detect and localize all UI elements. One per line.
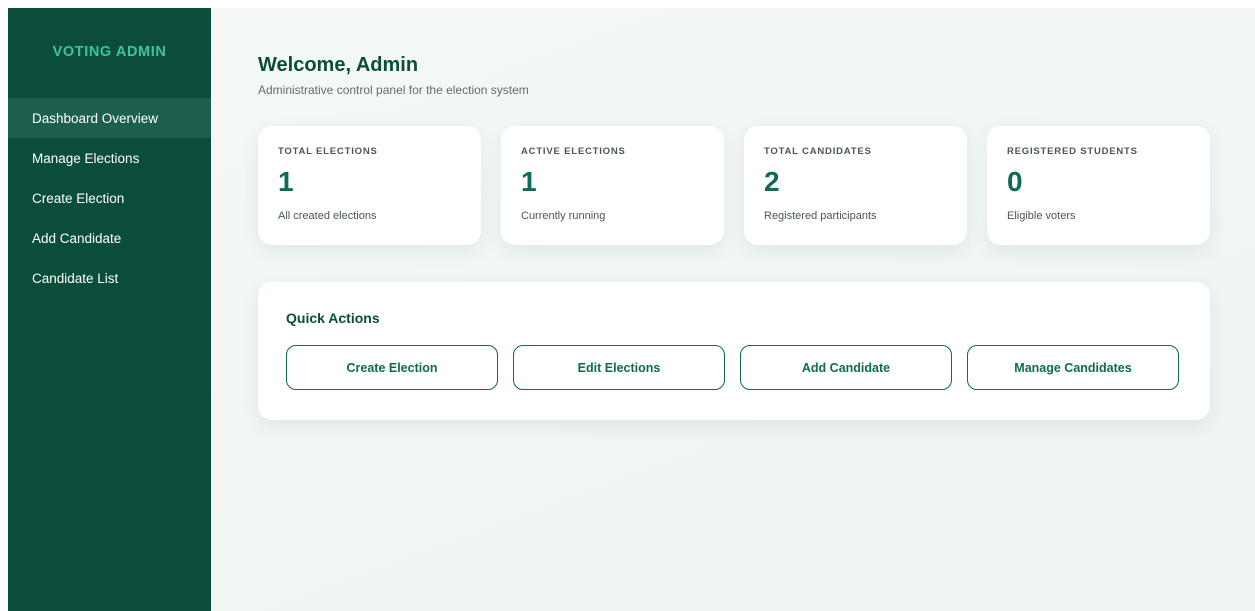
stat-value: 1 xyxy=(521,166,537,197)
sidebar-item-manage-elections[interactable]: Manage Elections xyxy=(8,138,211,178)
quick-actions-title: Quick Actions xyxy=(286,310,380,326)
stat-card-total-candidates: TOTAL CANDIDATES 2 Registered participan… xyxy=(744,126,967,245)
edit-elections-button[interactable]: Edit Elections xyxy=(513,345,725,390)
main-content: Welcome, Admin Administrative control pa… xyxy=(211,8,1255,611)
app-frame: VOTING ADMIN Dashboard Overview Manage E… xyxy=(8,8,1255,611)
brand-logo: VOTING ADMIN xyxy=(52,44,167,60)
sidebar-item-dashboard-overview[interactable]: Dashboard Overview xyxy=(8,98,211,138)
stat-value: 2 xyxy=(764,166,780,197)
stat-value: 0 xyxy=(1007,166,1023,197)
sidebar-item-add-candidate[interactable]: Add Candidate xyxy=(8,218,211,258)
stat-label: REGISTERED STUDENTS xyxy=(1007,146,1138,157)
quick-actions-buttons: Create Election Edit Elections Add Candi… xyxy=(286,345,1182,390)
add-candidate-button[interactable]: Add Candidate xyxy=(740,345,952,390)
sidebar: VOTING ADMIN Dashboard Overview Manage E… xyxy=(8,8,211,611)
stat-description: Eligible voters xyxy=(1007,210,1076,222)
stat-description: All created elections xyxy=(278,210,377,222)
stat-label: ACTIVE ELECTIONS xyxy=(521,146,626,157)
page-subtitle: Administrative control panel for the ele… xyxy=(258,83,529,97)
create-election-button[interactable]: Create Election xyxy=(286,345,498,390)
stat-card-registered-students: REGISTERED STUDENTS 0 Eligible voters xyxy=(987,126,1210,245)
stat-label: TOTAL CANDIDATES xyxy=(764,146,872,157)
stat-value: 1 xyxy=(278,166,294,197)
stat-description: Registered participants xyxy=(764,210,877,222)
sidebar-item-create-election[interactable]: Create Election xyxy=(8,178,211,218)
stats-row: TOTAL ELECTIONS 1 All created elections … xyxy=(258,126,1210,245)
sidebar-item-candidate-list[interactable]: Candidate List xyxy=(8,258,211,298)
stat-label: TOTAL ELECTIONS xyxy=(278,146,378,157)
manage-candidates-button[interactable]: Manage Candidates xyxy=(967,345,1179,390)
stat-description: Currently running xyxy=(521,210,606,222)
stat-card-total-elections: TOTAL ELECTIONS 1 All created elections xyxy=(258,126,481,245)
page-title: Welcome, Admin xyxy=(258,54,419,76)
stat-card-active-elections: ACTIVE ELECTIONS 1 Currently running xyxy=(501,126,724,245)
sidebar-nav: Dashboard Overview Manage Elections Crea… xyxy=(8,98,211,298)
quick-actions-card: Quick Actions Create Election Edit Elect… xyxy=(258,282,1210,420)
